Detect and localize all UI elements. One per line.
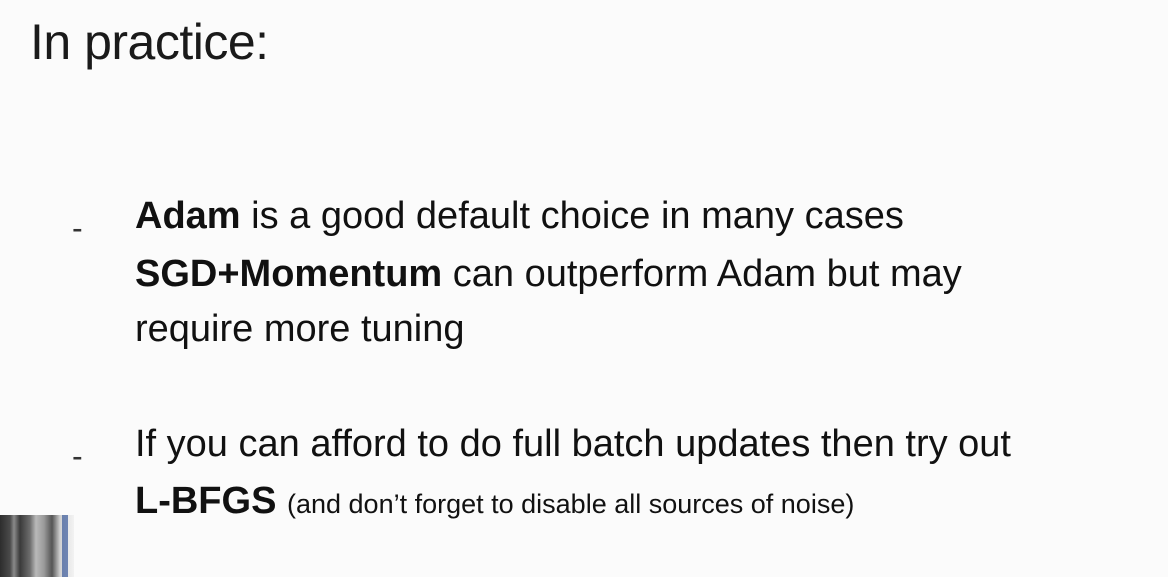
webcam-stripe <box>62 515 68 577</box>
parenthetical-note: (and don’t forget to disable all sources… <box>287 489 855 519</box>
bullet-1-line-2: SGD+Momentum can outperform Adam but may <box>135 252 962 298</box>
bullet-2-line-1: If you can afford to do full batch updat… <box>135 422 1011 468</box>
bullet-1-line-1: Adam is a good default choice in many ca… <box>135 194 904 240</box>
line-text: can outperform Adam but may <box>442 253 962 295</box>
line-text: If you can afford to do full batch updat… <box>135 423 1011 465</box>
bullet-marker: - <box>72 438 83 474</box>
slide-title: In practice: <box>30 14 269 70</box>
bullet-1-line-3: require more tuning <box>135 307 465 353</box>
bold-term-lbfgs: L-BFGS <box>135 480 277 522</box>
bold-term-adam: Adam <box>135 195 241 237</box>
bullet-marker: - <box>72 210 83 246</box>
bold-term-sgd-momentum: SGD+Momentum <box>135 253 443 295</box>
line-text: is a good default choice in many cases <box>240 195 904 237</box>
webcam-overlay <box>0 515 74 577</box>
slide: In practice: - Adam is a good default ch… <box>0 0 1168 577</box>
line-text: require more tuning <box>135 308 465 350</box>
bullet-2-line-2: L-BFGS (and don’t forget to disable all … <box>135 479 854 525</box>
